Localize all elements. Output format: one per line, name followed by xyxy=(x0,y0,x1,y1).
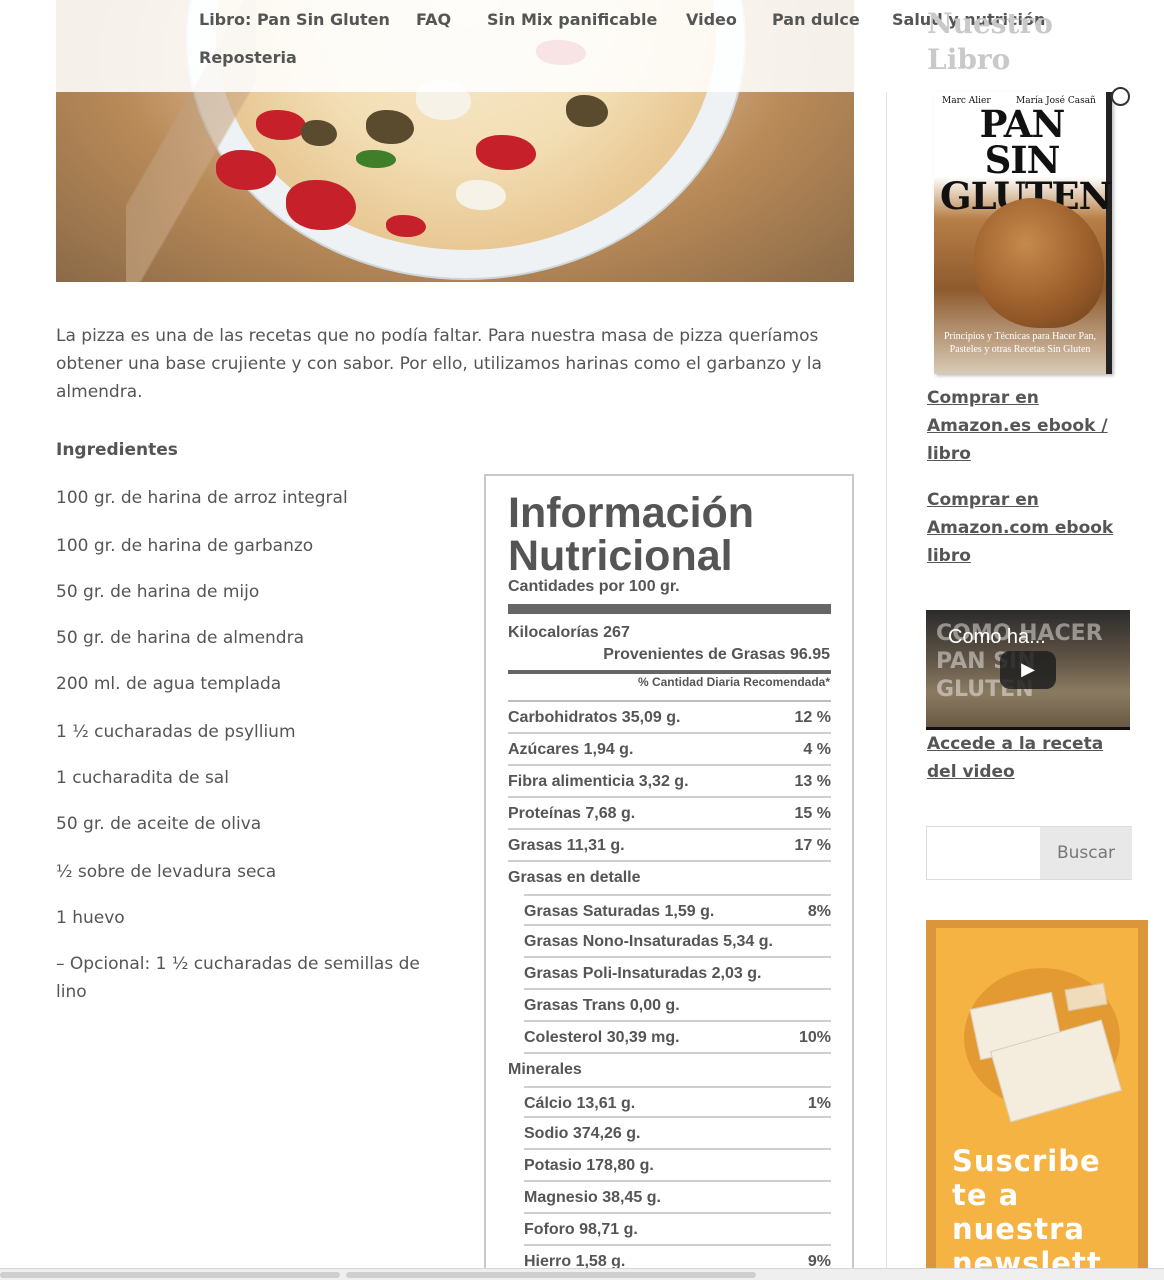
nutrient-label: Proteínas 7,68 g. xyxy=(508,805,636,822)
nutrition-row: Grasas Saturadas 1,59 g. 8% xyxy=(524,894,831,926)
ingredient-item: 1 huevo xyxy=(56,908,125,928)
nutrient-pct: 13 % xyxy=(794,773,831,790)
nutrition-dv-note: % Cantidad Diaria Recomendada* xyxy=(637,675,830,689)
nutrient-pct: 1% xyxy=(807,1095,831,1112)
nutrition-row: Carbohidratos 35,09 g. 12 % xyxy=(508,702,831,734)
horizontal-scrollbar[interactable] xyxy=(0,1268,1164,1280)
buy-amazon-es-link[interactable]: Comprar en Amazon.es ebook / libro xyxy=(927,384,1137,468)
circle-icon xyxy=(1111,87,1130,106)
nutrient-label: Fibra alimenticia 3,32 g. xyxy=(508,773,689,790)
nutrition-row: Grasas en detalle xyxy=(508,862,831,894)
nutrition-row: Magnesio 38,45 g. xyxy=(524,1182,831,1214)
nutrient-pct: 12 % xyxy=(794,709,831,726)
video-recipe-link[interactable]: Accede a la receta del video xyxy=(927,730,1137,786)
nav-item-sin-mix[interactable]: Sin Mix panificable xyxy=(487,10,657,29)
nav-item-reposteria[interactable]: Reposteria xyxy=(199,48,297,67)
nutrient-pct: 8% xyxy=(807,903,831,920)
nutrient-label: Grasas 11,31 g. xyxy=(508,837,625,854)
ingredient-item: – Opcional: 1 ½ cucharadas de semillas d… xyxy=(56,954,420,1002)
nutrition-row: Foforo 98,71 g. xyxy=(524,1214,831,1246)
nutrition-facts-panel: Información Nutricional Cantidades por 1… xyxy=(484,474,854,1280)
nutrition-rule xyxy=(508,670,831,674)
nutrient-pct: 4 % xyxy=(803,741,831,758)
nutrition-row: Sodio 374,26 g. xyxy=(524,1118,831,1150)
nutrient-label: Minerales xyxy=(508,1061,582,1078)
nutrition-row: Minerales xyxy=(508,1054,831,1086)
search-button[interactable]: Buscar xyxy=(1040,827,1132,879)
newsletter-banner[interactable]: Suscribe te a nuestra newslett xyxy=(926,920,1148,1280)
nutrient-label: Azúcares 1,94 g. xyxy=(508,741,634,758)
ingredient-item: 50 gr. de harina de mijo xyxy=(56,582,260,602)
ingredient-item: ½ sobre de levadura seca xyxy=(56,862,277,882)
nutrient-label: Carbohidratos 35,09 g. xyxy=(508,709,681,726)
nutrient-pct: 15 % xyxy=(794,805,831,822)
nutrition-row: Cálcio 13,61 g. 1% xyxy=(524,1086,831,1118)
cheese-topping xyxy=(456,180,506,210)
nutrition-title-line: Nutricional xyxy=(508,532,733,580)
nav-item-libro[interactable]: Libro: Pan Sin Gluten xyxy=(199,10,390,29)
book-caption: Principios y Técnicas para Hacer Pan, Pa… xyxy=(944,331,1096,355)
video-title: Como ha... xyxy=(948,626,1046,648)
mushroom-topping xyxy=(366,110,414,144)
nutrition-row: Grasas Nono-Insaturadas 5,34 g. xyxy=(524,926,831,958)
nutrient-label: Colesterol 30,39 mg. xyxy=(524,1029,680,1046)
ingredient-item: 50 gr. de harina de almendra xyxy=(56,628,305,648)
scrollbar-thumb[interactable] xyxy=(0,1272,340,1278)
nutrition-row: Proteínas 7,68 g. 15 % xyxy=(508,798,831,830)
nutrition-title: Información Nutricional xyxy=(508,492,754,578)
nutrition-row: Grasas 11,31 g. 17 % xyxy=(508,830,831,862)
main-navigation: Libro: Pan Sin Gluten FAQ Sin Mix panifi… xyxy=(56,0,1045,92)
pepper-topping xyxy=(256,110,306,140)
search-form: Buscar xyxy=(926,826,1132,880)
nav-item-video[interactable]: Video xyxy=(686,10,737,29)
pepper-topping xyxy=(356,150,396,168)
nutrition-row: Azúcares 1,94 g. 4 % xyxy=(508,734,831,766)
nutrient-pct: 10% xyxy=(798,1029,831,1046)
ingredient-item: 1 cucharadita de sal xyxy=(56,768,229,788)
ingredient-item: 50 gr. de aceite de oliva xyxy=(56,814,262,834)
nav-item-pan-dulce[interactable]: Pan dulce xyxy=(772,10,860,29)
ingredients-heading: Ingredientes xyxy=(56,440,178,460)
nutrition-title-line: Información xyxy=(508,489,755,537)
nutrient-label: Sodio 374,26 g. xyxy=(524,1125,641,1142)
buy-amazon-com-link[interactable]: Comprar en Amazon.com ebook libro xyxy=(927,486,1137,570)
nutrient-pct: 17 % xyxy=(794,837,831,854)
video-thumbnail[interactable]: COMO HACER PAN SIN GLUTEN Como ha... ▶ xyxy=(926,610,1130,730)
ingredient-item: 100 gr. de harina de garbanzo xyxy=(56,536,314,556)
nutrition-fat-calories: Provenientes de Grasas 96.95 xyxy=(603,646,830,663)
nav-item-faq[interactable]: FAQ xyxy=(416,10,451,29)
nutrition-row: Colesterol 30,39 mg. 10% xyxy=(524,1022,831,1054)
nutrient-label: Grasas Trans 0,00 g. xyxy=(524,997,680,1014)
nutrient-label: Grasas Nono-Insaturadas 5,34 g. xyxy=(524,933,773,950)
mushroom-topping xyxy=(566,95,608,127)
ingredient-item: 100 gr. de harina de arroz integral xyxy=(56,488,348,508)
newsletter-text: Suscribe te a nuestra newslett xyxy=(952,1144,1102,1280)
nutrition-row: Grasas Trans 0,00 g. xyxy=(524,990,831,1022)
ingredient-item: 1 ½ cucharadas de psyllium xyxy=(56,722,296,742)
nutrition-row: Grasas Poli-Insaturadas 2,03 g. xyxy=(524,958,831,990)
nutrition-serving: Cantidades por 100 gr. xyxy=(508,578,680,595)
nutrition-rule xyxy=(508,604,831,614)
nutrient-label: Magnesio 38,45 g. xyxy=(524,1189,661,1206)
nutrient-label: Grasas en detalle xyxy=(508,869,641,886)
ingredient-item: 200 ml. de agua templada xyxy=(56,674,282,694)
search-input[interactable] xyxy=(927,827,1039,879)
nutrient-label: Grasas Poli-Insaturadas 2,03 g. xyxy=(524,965,762,982)
scrollbar-thumb[interactable] xyxy=(346,1272,756,1278)
book-cover[interactable]: Marc Alier María José Casañ PAN SIN GLUT… xyxy=(934,92,1112,374)
sidebar-book-heading: Nuestro Libro xyxy=(927,7,1053,76)
nutrient-label: Grasas Saturadas 1,59 g. xyxy=(524,903,715,920)
nutrition-kcal: Kilocalorías 267 xyxy=(508,624,630,641)
mushroom-topping xyxy=(301,120,337,146)
nutrition-row: Fibra alimenticia 3,32 g. 13 % xyxy=(508,766,831,798)
nutrient-label: Potasio 178,80 g. xyxy=(524,1157,654,1174)
play-icon[interactable]: ▶ xyxy=(1000,651,1056,689)
nutrition-row: Potasio 178,80 g. xyxy=(524,1150,831,1182)
nutrient-label: Foforo 98,71 g. xyxy=(524,1221,638,1238)
sidebar-divider xyxy=(886,92,887,1280)
nutrient-label: Cálcio 13,61 g. xyxy=(524,1095,636,1112)
pepper-topping xyxy=(386,215,426,237)
pepper-topping xyxy=(476,135,536,170)
intro-paragraph: La pizza es una de las recetas que no po… xyxy=(56,326,822,402)
